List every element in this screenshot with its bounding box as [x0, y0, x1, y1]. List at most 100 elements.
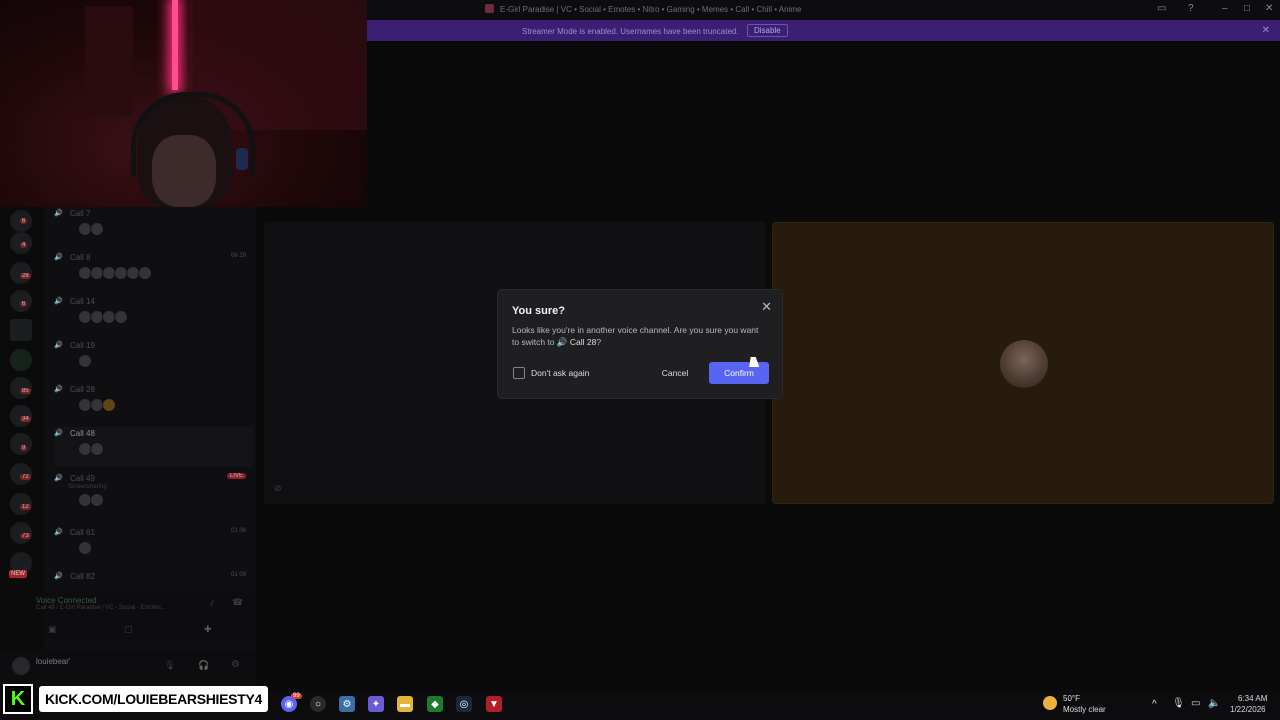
voice-channel[interactable]: 🔊 Call 14	[54, 295, 254, 335]
voice-icon: 🔊	[54, 475, 63, 482]
microphone-tray-icon[interactable]: 🎙	[1172, 698, 1185, 709]
channel-counts: 06 29	[230, 253, 246, 259]
avatar	[78, 541, 92, 555]
avatar	[102, 398, 116, 412]
avatar	[114, 310, 128, 324]
voice-channel[interactable]: 🔊 Call 49 LIVE Screensharing	[54, 472, 254, 512]
voice-channel-detail: Call 48 / E-Girl Paradise | VC - Social …	[36, 605, 166, 611]
disconnect-icon[interactable]: ☎	[232, 597, 243, 608]
volume-icon[interactable]: 🔈	[1208, 698, 1220, 709]
streamer-mode-bar: Streamer Mode is enabled. Usernames have…	[367, 20, 1280, 41]
mouse-cursor	[749, 357, 761, 367]
minimize-button[interactable]: –	[1222, 3, 1228, 14]
server-icon[interactable]	[10, 433, 32, 455]
server-badge: 73	[20, 533, 31, 539]
streamer-mode-message: Streamer Mode is enabled. Usernames have…	[522, 27, 739, 36]
clock-time[interactable]: 6:34 AM	[1238, 694, 1267, 703]
file-explorer-icon[interactable]: ▬	[397, 696, 413, 712]
avatar	[90, 222, 104, 236]
server-icon[interactable]	[10, 319, 32, 341]
participant-avatar	[1000, 340, 1048, 388]
headphones-icon[interactable]: 🎧	[198, 660, 209, 671]
streamer-mode-disable-button[interactable]: Disable	[747, 24, 788, 37]
target-channel-name: Call 28	[569, 337, 597, 347]
server-badge: 72	[20, 474, 31, 480]
server-badge: 34	[20, 416, 31, 422]
weather-description[interactable]: Mostly clear	[1063, 705, 1106, 714]
settings-gear-icon[interactable]: ⚙	[231, 659, 240, 670]
noise-suppression-icon[interactable]: ⫽	[210, 598, 214, 609]
cancel-button[interactable]: Cancel	[648, 362, 702, 384]
weather-temperature[interactable]: 50°F	[1063, 694, 1080, 703]
avatar	[138, 266, 152, 280]
cast-icon[interactable]: ▭	[1157, 3, 1166, 14]
server-folder-icon[interactable]	[10, 349, 32, 371]
voice-icon: 🔊	[54, 430, 63, 437]
channel-name: Call 14	[70, 296, 95, 306]
help-icon[interactable]: ?	[1188, 3, 1194, 14]
clock-date[interactable]: 1/22/2026	[1230, 705, 1266, 714]
server-list: 6 4 28 6 85 34 9 72 12 73	[0, 207, 44, 692]
server-icon	[485, 4, 494, 13]
server-badge: 12	[20, 504, 31, 510]
voice-channel[interactable]: 🔊 Call 28	[54, 383, 254, 423]
voice-icon: 🔊	[54, 254, 63, 261]
kick-channel-url: KICK.COM/LOUIEBEARSHIESTY4	[39, 686, 269, 712]
avatar	[90, 442, 104, 456]
voice-icon: 🔊	[54, 210, 63, 217]
user-panel: louiebear' 🎙 🎧 ⚙	[0, 650, 256, 686]
dialog-body-suffix: ?	[596, 337, 602, 347]
voice-connected-panel: Voice Connected Call 48 / E-Girl Paradis…	[36, 592, 256, 640]
close-window-button[interactable]: ✕	[1265, 3, 1273, 14]
channel-name: Call 7	[70, 208, 91, 218]
voice-status[interactable]: Voice Connected	[36, 596, 97, 605]
screenshare-icon[interactable]: ▢	[124, 624, 133, 635]
channel-name: Call 82	[70, 571, 95, 581]
steam-taskbar-icon[interactable]: ◎	[456, 696, 472, 712]
maximize-button[interactable]: □	[1244, 3, 1250, 14]
dont-ask-again-checkbox[interactable]	[513, 367, 525, 379]
obs-taskbar-icon[interactable]: ○	[310, 696, 326, 712]
call-tile-right[interactable]	[772, 222, 1274, 504]
speaker-icon: 🔊	[556, 337, 568, 347]
channel-name: Call 19	[70, 340, 95, 350]
confirm-button[interactable]: Confirm	[709, 362, 769, 384]
live-badge: LIVE	[226, 473, 246, 479]
channel-name: Call 49	[70, 473, 95, 483]
nvidia-taskbar-icon[interactable]: ◆	[427, 696, 443, 712]
channel-status: Screensharing	[68, 484, 107, 490]
settings-taskbar-icon[interactable]: ⚙	[339, 696, 355, 712]
dialog-body: Looks like you're in another voice chann…	[512, 324, 766, 348]
kick-overlay: K KICK.COM/LOUIEBEARSHIESTY4	[3, 683, 269, 715]
mcafee-taskbar-icon[interactable]: ▼	[486, 696, 502, 712]
server-badge: 28	[20, 273, 31, 279]
voice-channel[interactable]: 🔊 Call 7	[54, 207, 254, 247]
avatar	[90, 493, 104, 507]
screenshare-indicator-icon: ⊘	[274, 483, 282, 493]
voice-channel[interactable]: 🔊 Call 19	[54, 339, 254, 379]
microphone-icon[interactable]: 🎙	[164, 660, 175, 671]
voice-icon: 🔊	[54, 529, 63, 536]
camera-icon[interactable]: ▣	[48, 624, 57, 635]
user-avatar[interactable]	[12, 657, 30, 675]
channel-name: Call 8	[70, 252, 91, 262]
window-titlebar: E-Girl Paradise | VC • Social • Emotes •…	[367, 0, 1280, 19]
dont-ask-again-label[interactable]: Don't ask again	[531, 368, 589, 378]
kick-logo: K	[3, 684, 33, 714]
close-icon[interactable]: ✕	[761, 299, 772, 315]
voice-channel[interactable]: 🔊 Call 61 01 06	[54, 526, 254, 566]
gamepad-taskbar-icon[interactable]: ✦	[368, 696, 384, 712]
webcam-overlay	[0, 0, 367, 207]
activities-icon[interactable]: ✚	[204, 624, 212, 635]
chevron-up-icon[interactable]: ^	[1152, 699, 1157, 710]
voice-icon: 🔊	[54, 342, 63, 349]
voice-icon: 🔊	[54, 386, 63, 393]
channel-counts: 01 06	[230, 528, 246, 534]
voice-channel-current[interactable]: 🔊 Call 48	[54, 427, 254, 467]
network-icon[interactable]: ▭	[1191, 698, 1200, 709]
voice-channel[interactable]: 🔊 Call 8 06 29	[54, 251, 254, 291]
weather-icon[interactable]	[1043, 696, 1057, 710]
voice-icon: 🔊	[54, 298, 63, 305]
close-icon[interactable]: ✕	[1262, 25, 1270, 36]
discord-notification-badge: 99	[291, 693, 302, 699]
